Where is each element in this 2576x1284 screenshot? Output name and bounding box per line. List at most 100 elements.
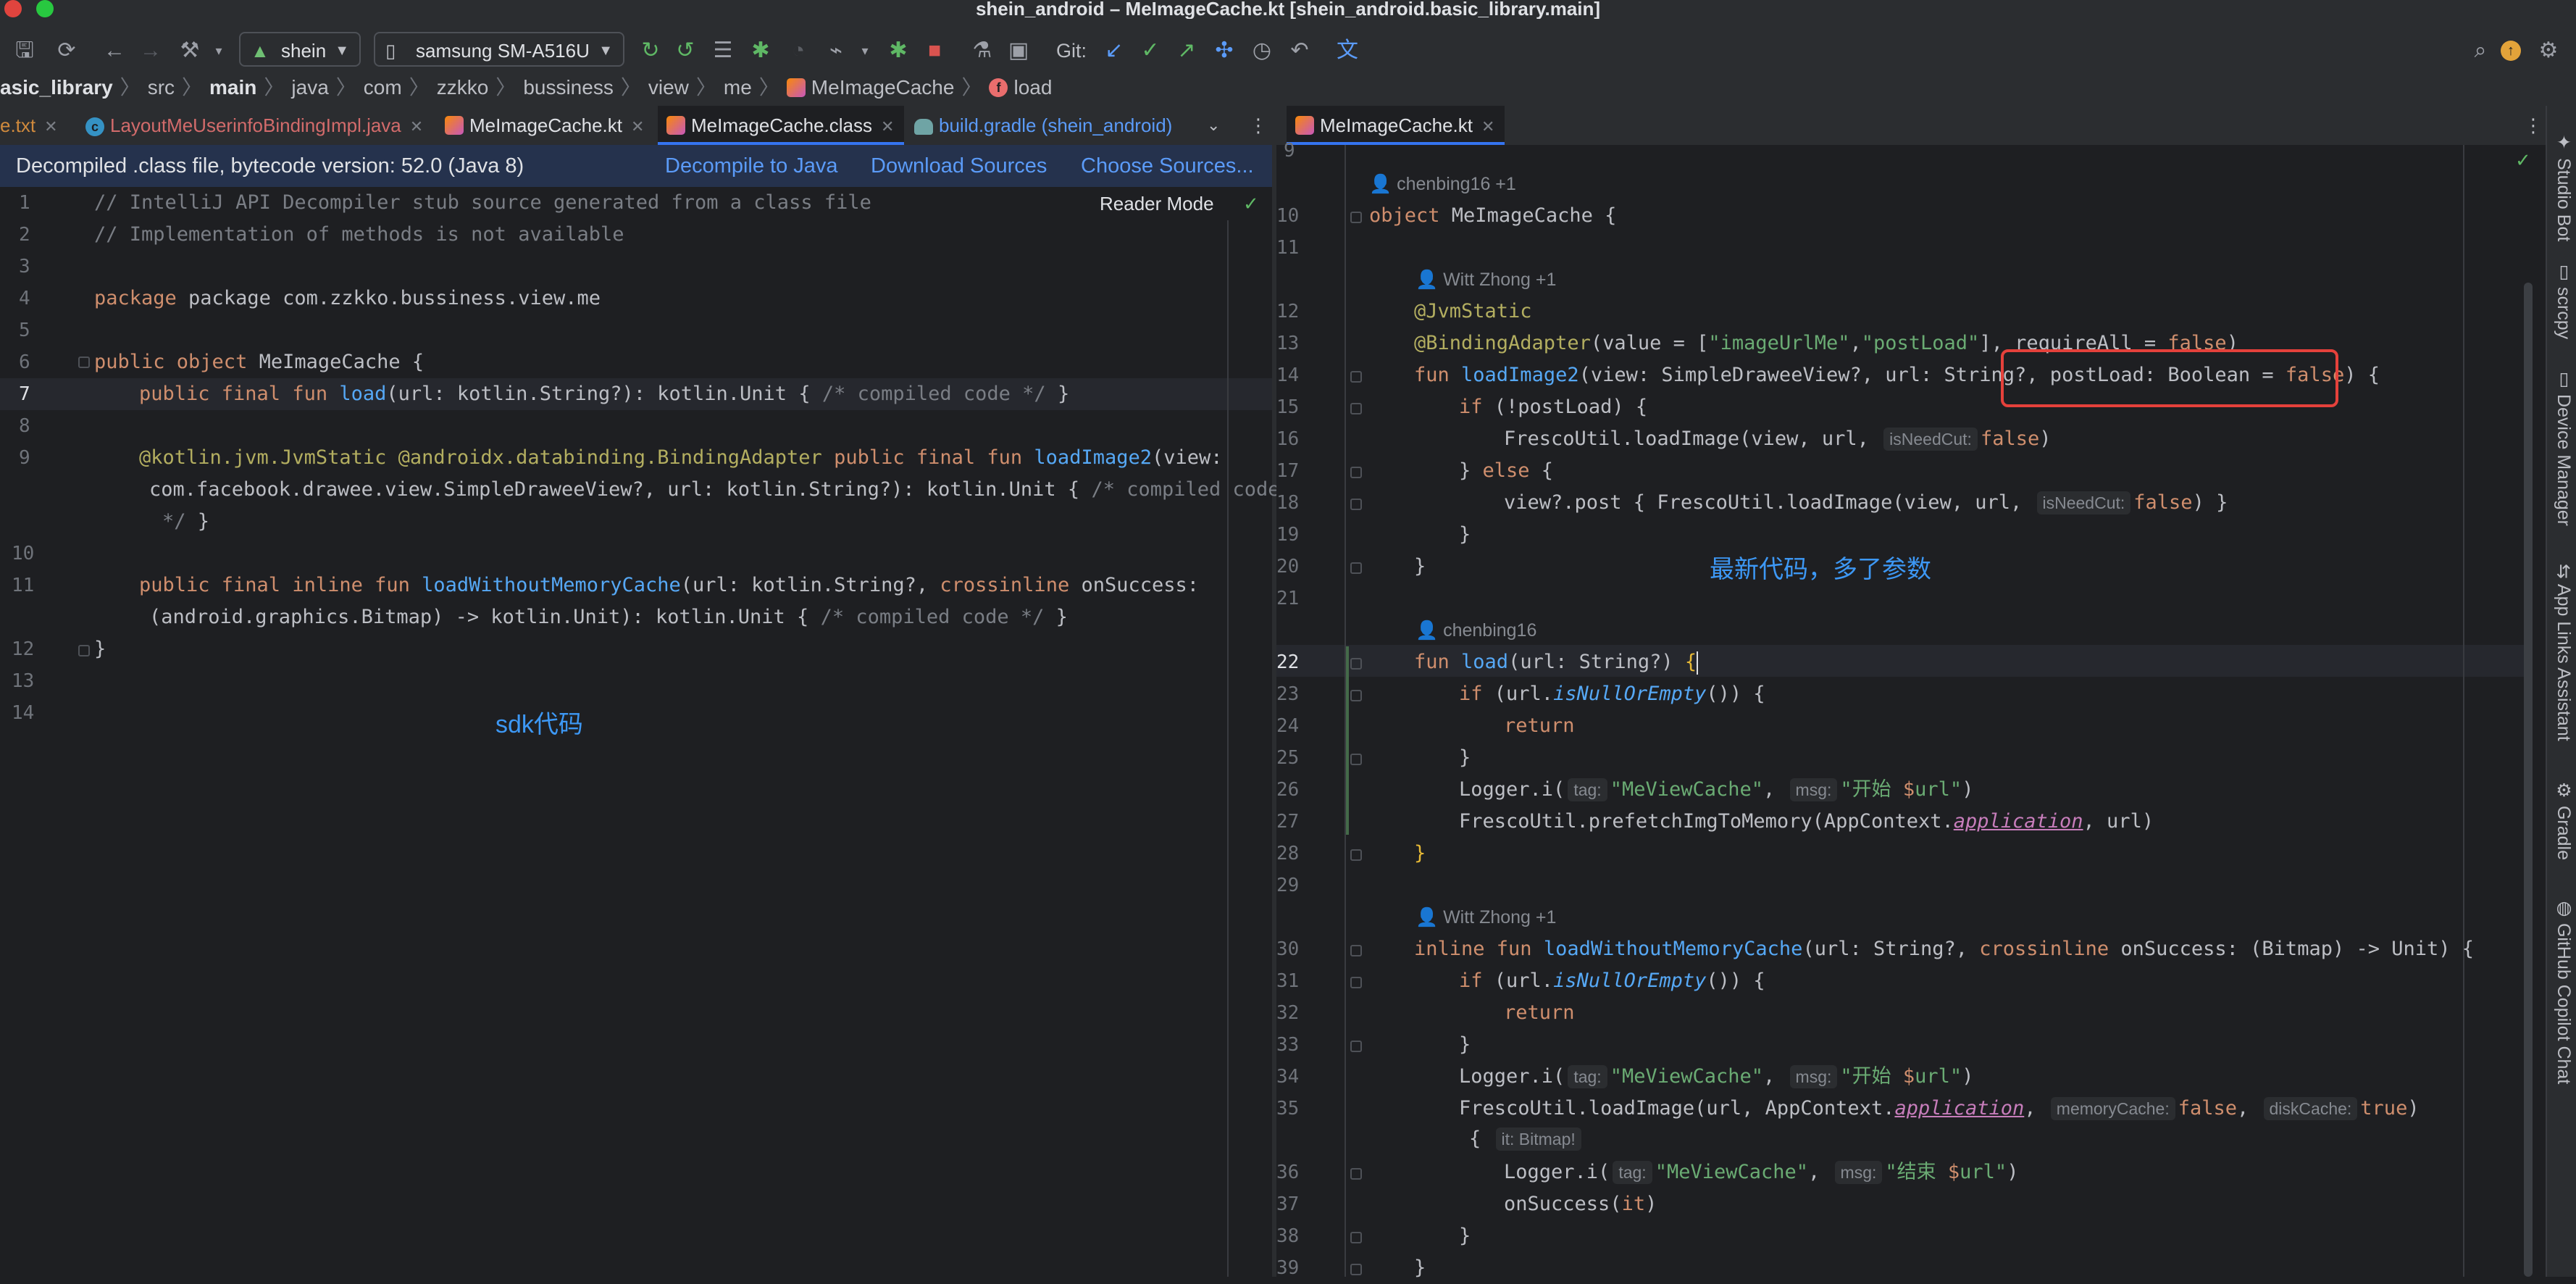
code-author: 👤 Witt Zhong +1 xyxy=(1415,907,1557,927)
breadcrumb-item[interactable]: view xyxy=(648,70,689,106)
tab-meimagecache-class[interactable]: MeImageCache.class ✕ xyxy=(658,106,905,145)
attach-icon[interactable]: ⌁ xyxy=(820,35,852,67)
code-line: */ } xyxy=(162,510,210,533)
breadcrumb-item[interactable]: bussiness xyxy=(523,70,614,106)
close-icon[interactable]: ✕ xyxy=(44,117,57,136)
breadcrumb-item[interactable]: asic_library xyxy=(0,70,113,106)
debug-icon[interactable]: ✱ xyxy=(745,35,777,67)
code-line: } xyxy=(1414,842,1426,864)
close-icon[interactable]: ✕ xyxy=(410,117,423,136)
choose-sources-link[interactable]: Choose Sources... xyxy=(1081,145,1254,187)
vertical-scrollbar[interactable] xyxy=(2524,283,2533,1277)
tool-gradle[interactable]: ⚙ Gradle xyxy=(2553,780,2575,860)
fold-icon[interactable] xyxy=(1350,403,1362,414)
git-push-icon[interactable]: ↗ xyxy=(1171,35,1203,67)
device-explorer-icon[interactable]: ▣ xyxy=(1003,35,1034,67)
breadcrumb-item[interactable]: load xyxy=(1013,70,1052,106)
close-icon[interactable]: ✕ xyxy=(631,117,644,136)
list-icon[interactable]: ☰ xyxy=(707,35,739,67)
tab-meimagecache-kt[interactable]: MeImageCache.kt ✕ xyxy=(445,106,644,145)
apply-changes-icon[interactable]: ↺ xyxy=(669,35,701,67)
breadcrumb-item[interactable]: me xyxy=(724,70,752,106)
tool-github-copilot-chat[interactable]: ◍ GitHub Copilot Chat xyxy=(2553,897,2575,1084)
left-editor-tabs: e.txt ✕ c LayoutMeUserinfoBindingImpl.java… xyxy=(0,106,1272,146)
more-options-icon[interactable]: ⋮ xyxy=(2524,106,2543,145)
breadcrumb-item[interactable]: MeImageCache xyxy=(811,70,955,106)
left-code-editor[interactable]: 1 2 3 4 5 6 7 8 9 10 11 12 13 14 // Inte… xyxy=(0,187,1280,1277)
tab-label: MeImageCache.class xyxy=(691,114,872,136)
close-icon[interactable]: ✕ xyxy=(881,117,894,136)
fold-icon[interactable] xyxy=(1350,658,1362,670)
tab-meimagecache-kt-right[interactable]: MeImageCache.kt ✕ xyxy=(1287,106,1505,145)
right-tool-window-strip: ✦ Studio Bot ▯ scrcpy ▯ Device Manager ⇆… xyxy=(2546,106,2576,1277)
stop-icon[interactable]: ■ xyxy=(919,35,950,67)
profile-icon[interactable]: ◔ xyxy=(782,35,814,67)
device-mirror-icon[interactable]: ⚗ xyxy=(966,35,998,67)
fold-icon[interactable] xyxy=(1350,849,1362,861)
fold-icon[interactable] xyxy=(1350,754,1362,765)
right-editor-tabs: MeImageCache.kt ✕ ⋮ xyxy=(1276,106,2546,146)
fold-icon[interactable] xyxy=(1350,1232,1362,1243)
code-line: { it: Bitmap! xyxy=(1469,1123,1584,1155)
fold-icon[interactable] xyxy=(1350,1168,1362,1180)
tool-scrcpy[interactable]: ▯ scrcpy xyxy=(2553,261,2575,339)
back-icon[interactable]: ← xyxy=(99,35,130,67)
settings-icon[interactable]: ⚙ xyxy=(2533,35,2564,67)
run-config-select[interactable]: ▲ shein ▼ xyxy=(239,32,361,67)
git-merge-icon[interactable]: ✣ xyxy=(1208,35,1240,67)
tab-build-gradle[interactable]: build.gradle (shein_android) xyxy=(914,106,1172,145)
breadcrumb-item[interactable]: src xyxy=(148,70,175,106)
fold-icon[interactable] xyxy=(1350,212,1362,223)
more-options-icon[interactable]: ⋮ xyxy=(1249,106,1268,145)
build-hammer-icon[interactable]: ⚒ xyxy=(174,35,206,67)
forward-icon[interactable]: → xyxy=(135,35,167,67)
code-author: 👤 chenbing16 +1 xyxy=(1369,174,1516,194)
tool-studio-bot[interactable]: ✦ Studio Bot xyxy=(2553,132,2575,241)
fold-icon[interactable] xyxy=(1350,945,1362,956)
fold-icon[interactable] xyxy=(1350,1264,1362,1275)
sdk-manager-icon[interactable]: ✱ xyxy=(882,35,914,67)
breadcrumb-item[interactable]: zzkko xyxy=(437,70,489,106)
download-sources-link[interactable]: Download Sources xyxy=(871,145,1047,187)
sync-icon[interactable]: ⟳ xyxy=(51,35,83,67)
breadcrumb-item[interactable]: com xyxy=(364,70,402,106)
right-code-editor[interactable]: ✓ 9 10 11 12 13 14 15 16 17 18 19 20 21 … xyxy=(1276,141,2546,1279)
rerun-icon[interactable]: ↻ xyxy=(635,35,666,67)
tab-layout-binding[interactable]: c LayoutMeUserinfoBindingImpl.java ✕ xyxy=(85,106,423,145)
tool-device-manager[interactable]: ▯ Device Manager xyxy=(2553,368,2575,526)
git-commit-icon[interactable]: ✓ xyxy=(1134,35,1166,67)
fold-icon[interactable] xyxy=(1350,1041,1362,1052)
fold-icon[interactable] xyxy=(78,357,90,368)
fold-icon[interactable] xyxy=(78,645,90,656)
fold-icon[interactable] xyxy=(1350,499,1362,510)
line-number: 6 xyxy=(19,351,30,373)
tabs-overflow-icon[interactable]: ⌄ xyxy=(1207,106,1220,145)
breadcrumb-item[interactable]: java xyxy=(291,70,328,106)
fold-icon[interactable] xyxy=(1350,977,1362,988)
rollback-icon[interactable]: ↶ xyxy=(1284,35,1316,67)
attach-dropdown-icon[interactable]: ▾ xyxy=(849,35,881,67)
tool-app-links-assistant[interactable]: ⇆ App Links Assistant xyxy=(2553,564,2575,741)
line-number: 24 xyxy=(1276,715,1300,737)
search-icon[interactable]: ⌕ xyxy=(2464,35,2496,67)
code-line: } else { xyxy=(1459,459,1554,482)
fold-icon[interactable] xyxy=(1350,371,1362,383)
update-icon[interactable]: ↑ xyxy=(2501,41,2521,61)
fold-icon[interactable] xyxy=(1350,690,1362,701)
save-icon[interactable]: 🖫 xyxy=(9,35,41,67)
build-dropdown-icon[interactable]: ▾ xyxy=(203,35,235,67)
tab-e-txt[interactable]: e.txt ✕ xyxy=(0,106,58,145)
breadcrumb-item[interactable]: main xyxy=(209,70,256,106)
decompile-to-java-link[interactable]: Decompile to Java xyxy=(665,145,838,187)
class-icon: c xyxy=(85,117,104,137)
code-line: } xyxy=(1459,523,1471,546)
git-update-icon[interactable]: ↙ xyxy=(1098,35,1130,67)
device-select[interactable]: ▯ samsung SM-A516U ▼ xyxy=(374,32,624,67)
fold-icon[interactable] xyxy=(1350,562,1362,574)
code-line: } xyxy=(1459,1033,1471,1056)
fold-icon[interactable] xyxy=(1350,467,1362,478)
translate-icon[interactable]: 文 xyxy=(1331,35,1363,67)
history-icon[interactable]: ◷ xyxy=(1246,35,1278,67)
reader-mode-toggle[interactable]: Reader Mode xyxy=(1100,193,1214,215)
close-icon[interactable]: ✕ xyxy=(1481,117,1494,136)
